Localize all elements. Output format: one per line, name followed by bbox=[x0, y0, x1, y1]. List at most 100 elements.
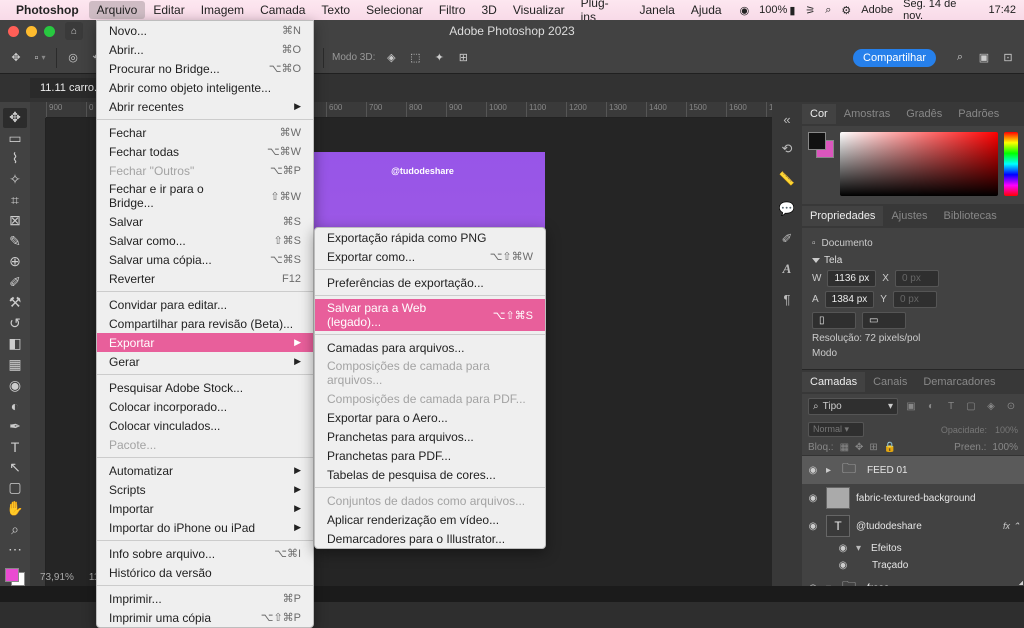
wifi-icon[interactable]: ⚞ bbox=[805, 4, 815, 17]
exportar-item-1[interactable]: Exportar como...⌥⇧⌘W bbox=[315, 247, 545, 266]
3d-3-icon[interactable]: ✦ bbox=[431, 50, 447, 66]
arquivo-item-4[interactable]: Abrir recentes▶ bbox=[97, 97, 313, 116]
arquivo-item-11[interactable]: Salvar como...⇧⌘S bbox=[97, 231, 313, 250]
cloud-icon[interactable]: ◉ bbox=[740, 4, 750, 17]
lock-pixels-icon[interactable]: ▦ bbox=[840, 442, 849, 453]
3d-1-icon[interactable]: ◈ bbox=[383, 50, 399, 66]
layer-filter-dropdown[interactable]: ⌕ Tipo ▾ bbox=[808, 398, 898, 415]
arquivo-item-10[interactable]: Salvar⌘S bbox=[97, 212, 313, 231]
arquivo-item-31[interactable]: Histórico da versão bbox=[97, 563, 313, 582]
tab-bibliotecas[interactable]: Bibliotecas bbox=[936, 206, 1005, 226]
height-field[interactable]: 1384 px bbox=[825, 291, 875, 308]
zoom-tool[interactable]: ⌕ bbox=[3, 519, 27, 539]
heal-tool[interactable]: ⊕ bbox=[3, 252, 27, 272]
hand-tool[interactable]: ✋ bbox=[3, 499, 27, 519]
arquivo-item-1[interactable]: Abrir...⌘O bbox=[97, 40, 313, 59]
exportar-item-12[interactable]: Pranchetas para PDF... bbox=[315, 446, 545, 465]
tool-preset-dropdown[interactable]: ▫ bbox=[32, 50, 48, 66]
shape-tool[interactable]: ▢ bbox=[3, 478, 27, 498]
arquivo-item-2[interactable]: Procurar no Bridge...⌥⌘O bbox=[97, 59, 313, 78]
opacity-value[interactable]: 100% bbox=[995, 425, 1018, 435]
eyedropper-tool[interactable]: ✎ bbox=[3, 231, 27, 251]
maximize-window-icon[interactable] bbox=[44, 26, 55, 37]
arquivo-item-21[interactable]: Colocar incorporado... bbox=[97, 397, 313, 416]
ruler-origin[interactable] bbox=[30, 102, 46, 118]
arquivo-item-26[interactable]: Scripts▶ bbox=[97, 480, 313, 499]
arquivo-item-20[interactable]: Pesquisar Adobe Stock... bbox=[97, 378, 313, 397]
exportar-item-10[interactable]: Exportar para o Aero... bbox=[315, 408, 545, 427]
type-tool[interactable]: T bbox=[3, 437, 27, 457]
exportar-item-3[interactable]: Preferências de exportação... bbox=[315, 273, 545, 292]
layer-effect-4[interactable]: ◉Traçado bbox=[802, 557, 1024, 574]
arquivo-item-34[interactable]: Imprimir uma cópia⌥⇧⌘P bbox=[97, 608, 313, 627]
filter-adj-icon[interactable]: ◐ bbox=[924, 400, 938, 414]
para-panel-icon[interactable]: ¶ bbox=[776, 288, 798, 310]
menu-visualizar[interactable]: Visualizar bbox=[505, 1, 573, 19]
menu-camada[interactable]: Camada bbox=[252, 1, 313, 19]
control-center-icon[interactable]: ⚙ bbox=[841, 4, 851, 17]
tab-ajustes[interactable]: Ajustes bbox=[883, 206, 935, 226]
comments-panel-icon[interactable]: 💬 bbox=[776, 198, 798, 220]
menu-ajuda[interactable]: Ajuda bbox=[683, 1, 730, 19]
menu-selecionar[interactable]: Selecionar bbox=[358, 1, 431, 19]
ruler-panel-icon[interactable]: 📏 bbox=[776, 168, 798, 190]
hue-slider[interactable] bbox=[1004, 132, 1018, 196]
orbit-icon[interactable]: ◎ bbox=[65, 50, 81, 66]
zoom-level[interactable]: 73,91% bbox=[40, 572, 74, 583]
filter-img-icon[interactable]: ▣ bbox=[904, 400, 918, 414]
dodge-tool[interactable]: ◐ bbox=[3, 396, 27, 416]
3d-2-icon[interactable]: ⬚ bbox=[407, 50, 423, 66]
exportar-item-13[interactable]: Tabelas de pesquisa de cores... bbox=[315, 465, 545, 484]
tab-demarcadores[interactable]: Demarcadores bbox=[915, 372, 1003, 392]
width-field[interactable]: 1136 px bbox=[827, 270, 876, 287]
layer-row-2[interactable]: ◉T@tudodesharefx ⌃ bbox=[802, 512, 1024, 540]
visibility-toggle[interactable]: ◉ bbox=[806, 493, 820, 504]
arquivo-item-22[interactable]: Colocar vinculados... bbox=[97, 416, 313, 435]
char-panel-icon[interactable]: A bbox=[776, 258, 798, 280]
arquivo-item-9[interactable]: Fechar e ir para o Bridge...⇧⌘W bbox=[97, 180, 313, 212]
menu-texto[interactable]: Texto bbox=[313, 1, 358, 19]
history-panel-icon[interactable]: ⟲ bbox=[776, 138, 798, 160]
filter-shape-icon[interactable]: ▢ bbox=[964, 400, 978, 414]
menu-janela[interactable]: Janela bbox=[631, 1, 682, 19]
exportar-item-11[interactable]: Pranchetas para arquivos... bbox=[315, 427, 545, 446]
tab-canais[interactable]: Canais bbox=[865, 372, 915, 392]
arquivo-item-18[interactable]: Gerar▶ bbox=[97, 352, 313, 371]
menu-3d[interactable]: 3D bbox=[473, 1, 504, 19]
ruler-vertical[interactable] bbox=[30, 118, 46, 586]
tab-propriedades[interactable]: Propriedades bbox=[802, 206, 883, 226]
marquee-tool[interactable]: ▭ bbox=[3, 129, 27, 149]
arquivo-item-17[interactable]: Exportar▶ bbox=[97, 333, 313, 352]
tela-section[interactable]: Tela bbox=[824, 255, 842, 266]
tab-grades[interactable]: Gradês bbox=[898, 104, 950, 124]
layer-row-1[interactable]: ◉fabric-textured-background bbox=[802, 484, 1024, 512]
arquivo-item-3[interactable]: Abrir como objeto inteligente... bbox=[97, 78, 313, 97]
stamp-tool[interactable]: ⚒ bbox=[3, 293, 27, 313]
frame-tool[interactable]: ⊠ bbox=[3, 211, 27, 231]
exportar-item-5[interactable]: Salvar para a Web (legado)...⌥⇧⌘S bbox=[315, 299, 545, 331]
menu-filtro[interactable]: Filtro bbox=[431, 1, 474, 19]
3d-4-icon[interactable]: ⊞ bbox=[455, 50, 471, 66]
menu-editar[interactable]: Editar bbox=[145, 1, 192, 19]
arquivo-item-0[interactable]: Novo...⌘N bbox=[97, 21, 313, 40]
exportar-item-0[interactable]: Exportação rápida como PNG bbox=[315, 228, 545, 247]
visibility-toggle[interactable]: ◉ bbox=[806, 465, 820, 476]
history-brush-tool[interactable]: ↺ bbox=[3, 314, 27, 334]
move-tool[interactable]: ✥ bbox=[3, 108, 27, 128]
layer-row-0[interactable]: ◉▸🗀FEED 01 bbox=[802, 456, 1024, 484]
lock-all-icon[interactable]: 🔒 bbox=[884, 442, 896, 453]
arquivo-item-28[interactable]: Importar do iPhone ou iPad▶ bbox=[97, 518, 313, 537]
share-button[interactable]: Compartilhar bbox=[853, 49, 936, 67]
home-icon[interactable]: ⌂ bbox=[65, 22, 83, 40]
tab-amostras[interactable]: Amostras bbox=[836, 104, 898, 124]
layer-effect-3[interactable]: ◉▾Efeitos bbox=[802, 540, 1024, 557]
lock-artboard-icon[interactable]: ⊞ bbox=[869, 442, 877, 453]
filter-toggle[interactable]: ⊙ bbox=[1004, 400, 1018, 414]
pen-tool[interactable]: ✒ bbox=[3, 416, 27, 436]
arquivo-item-6[interactable]: Fechar⌘W bbox=[97, 123, 313, 142]
blend-mode-dropdown[interactable]: Normal ▾ bbox=[808, 422, 864, 437]
orientation-landscape[interactable]: ▭ bbox=[862, 312, 906, 329]
blur-tool[interactable]: ◉ bbox=[3, 375, 27, 395]
layer-row-5[interactable]: ◉▾🗀frase bbox=[802, 574, 1024, 586]
lasso-tool[interactable]: ⌇ bbox=[3, 149, 27, 169]
